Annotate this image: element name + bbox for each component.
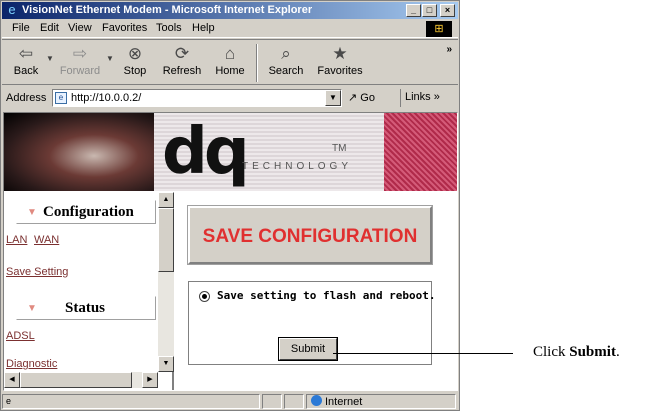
close-button[interactable]: × [440, 4, 455, 17]
status-text-cell: e [2, 394, 260, 409]
address-label: Address [6, 92, 47, 104]
banner-pattern [384, 113, 457, 191]
menu-favorites[interactable]: Favorites [102, 22, 147, 34]
banner-eye-image [4, 113, 154, 191]
configuration-header: ▼ Configuration [16, 200, 156, 224]
address-bar: Address e http://10.0.0.2/ ▼ ↗ Go Links … [2, 87, 458, 109]
logo-trademark: TM [332, 143, 347, 154]
logo-technology: TECHNOLOGY [242, 161, 353, 172]
scroll-right-icon[interactable]: ▶ [142, 372, 158, 388]
logo-dq: dq [162, 115, 250, 189]
forward-button[interactable]: ⇨ Forward [58, 43, 102, 77]
horizontal-scrollbar[interactable]: ◀ ▶ [4, 372, 158, 388]
status-title: Status [65, 300, 106, 316]
stop-label: Stop [123, 65, 147, 77]
status-cell [284, 394, 304, 409]
vertical-scrollbar[interactable]: ▲ ▼ [158, 192, 174, 372]
menu-help[interactable]: Help [192, 22, 215, 34]
home-button[interactable]: ⌂ Home [212, 43, 248, 77]
search-label: Search [268, 65, 304, 77]
links-button[interactable]: Links » [400, 89, 444, 107]
callout-line [333, 353, 513, 354]
refresh-button[interactable]: ⟳ Refresh [160, 43, 204, 77]
stop-button[interactable]: ⊗ Stop [120, 43, 150, 77]
scroll-left-icon[interactable]: ◀ [4, 372, 20, 388]
internet-explorer-icon: e [8, 2, 16, 17]
status-header: ▼ Status [16, 296, 156, 320]
callout-prefix: Click [533, 344, 570, 360]
security-zone: Internet [306, 394, 456, 409]
page-icon: e [55, 92, 67, 104]
page-status-icon: e [6, 396, 12, 406]
toolbar: ⇦ Back ▼ ⇨ Forward ▼ ⊗ Stop ⟳ Refresh ⌂ … [2, 39, 458, 85]
maximize-button[interactable]: □ [422, 4, 437, 17]
address-dropdown-icon[interactable]: ▼ [325, 90, 341, 106]
scroll-up-icon[interactable]: ▲ [158, 192, 174, 208]
forward-arrow-icon: ⇨ [72, 44, 88, 63]
back-label: Back [13, 65, 39, 77]
browser-window: e VisionNet Ethernet Modem - Microsoft I… [0, 0, 460, 411]
adsl-link[interactable]: ADSL [6, 330, 35, 342]
save-reboot-radio[interactable] [199, 291, 210, 302]
page-title: SAVE CONFIGURATION [202, 226, 418, 247]
address-url: http://10.0.0.2/ [71, 92, 142, 104]
toolbar-separator [256, 44, 258, 82]
back-dropdown-icon[interactable]: ▼ [46, 54, 54, 63]
menu-file[interactable]: File [12, 22, 30, 34]
minimize-button[interactable]: _ [406, 4, 421, 17]
scroll-down-icon[interactable]: ▼ [158, 356, 174, 372]
horizontal-scroll-thumb[interactable] [20, 372, 132, 388]
home-label: Home [215, 65, 245, 77]
scroll-thumb[interactable] [158, 208, 174, 272]
banner: dq TECHNOLOGY TM [4, 113, 457, 191]
status-bar: e Internet [2, 393, 458, 410]
wan-link[interactable]: WAN [34, 234, 59, 246]
menu-edit[interactable]: Edit [40, 22, 59, 34]
menu-bar: File Edit View Favorites Tools Help ⊞ [2, 20, 458, 38]
go-label: Go [360, 92, 375, 104]
stop-icon: ⊗ [127, 44, 143, 63]
go-arrow-icon: ↗ [348, 92, 358, 104]
forward-label: Forward [59, 65, 101, 77]
search-icon: ⌕ [281, 44, 291, 63]
back-button[interactable]: ⇦ Back [8, 43, 44, 77]
toolbar-more-icon[interactable]: » [446, 44, 452, 55]
callout-bold: Submit [569, 344, 616, 360]
triangle-down-icon: ▼ [27, 207, 37, 218]
main-frame: SAVE CONFIGURATION Save setting to flash… [176, 192, 457, 390]
refresh-icon: ⟳ [174, 44, 190, 63]
refresh-label: Refresh [162, 65, 202, 77]
page-content: dq TECHNOLOGY TM ▼ Configuration LAN WAN… [3, 112, 458, 391]
forward-dropdown-icon[interactable]: ▼ [106, 54, 114, 63]
windows-logo-icon: ⊞ [426, 21, 452, 37]
diagnostic-link[interactable]: Diagnostic [6, 358, 57, 370]
back-arrow-icon: ⇦ [18, 44, 34, 63]
favorites-button[interactable]: ★ Favorites [312, 43, 368, 77]
instruction-callout: Click Submit. [533, 344, 620, 361]
menu-tools[interactable]: Tools [156, 22, 182, 34]
lan-link[interactable]: LAN [6, 234, 27, 246]
save-setting-link[interactable]: Save Setting [6, 266, 68, 278]
submit-button[interactable]: Submit [278, 337, 338, 361]
logo: dq TECHNOLOGY TM [154, 113, 384, 191]
configuration-title: Configuration [43, 204, 134, 220]
callout-suffix: . [615, 344, 620, 360]
favorites-folder-icon: ★ [332, 44, 348, 63]
title-bar: e VisionNet Ethernet Modem - Microsoft I… [2, 2, 458, 19]
globe-icon [311, 395, 322, 406]
address-input[interactable]: e http://10.0.0.2/ ▼ [52, 89, 342, 107]
zone-label: Internet [325, 396, 363, 408]
search-button[interactable]: ⌕ Search [264, 43, 308, 77]
save-reboot-label: Save setting to flash and reboot. [217, 289, 436, 302]
status-cell [262, 394, 282, 409]
favorites-label: Favorites [317, 65, 363, 77]
home-icon: ⌂ [224, 44, 236, 63]
nav-frame: ▼ Configuration LAN WAN Save Setting ▼ S… [4, 192, 174, 390]
window-title: VisionNet Ethernet Modem - Microsoft Int… [22, 4, 313, 16]
menu-view[interactable]: View [68, 22, 92, 34]
save-configuration-heading: SAVE CONFIGURATION [187, 205, 433, 265]
go-button[interactable]: ↗ Go [348, 91, 375, 104]
triangle-down-icon: ▼ [27, 303, 37, 314]
